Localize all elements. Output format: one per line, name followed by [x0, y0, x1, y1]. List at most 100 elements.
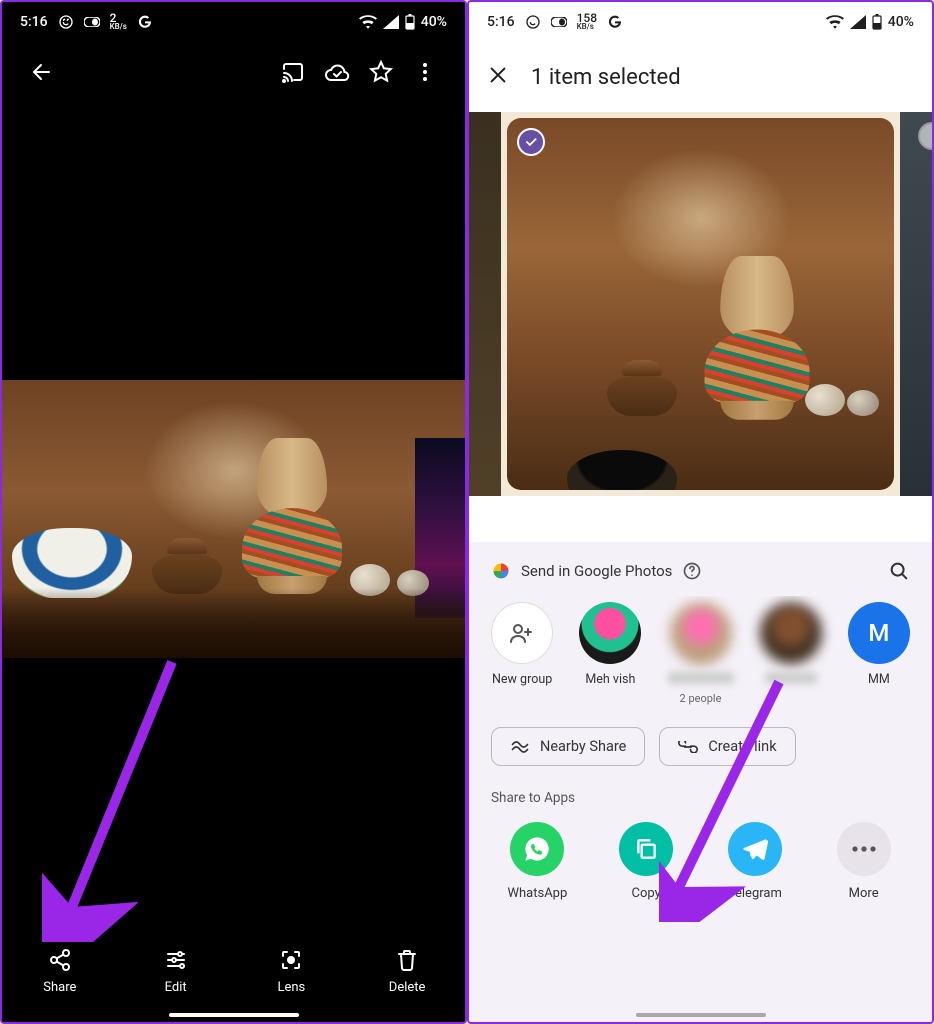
network-rate: 158KB/s — [577, 13, 597, 31]
search-contacts-button[interactable] — [888, 560, 910, 582]
selection-title: 1 item selected — [531, 65, 681, 90]
avatar — [579, 602, 641, 664]
cast-icon — [281, 60, 305, 84]
share-icon — [48, 948, 72, 972]
photo-strip[interactable] — [469, 112, 932, 496]
close-button[interactable] — [487, 64, 509, 90]
status-time: 5:16 — [487, 14, 515, 30]
app-label: More — [849, 886, 879, 901]
contact-label — [668, 672, 734, 684]
contact-item[interactable] — [760, 602, 822, 705]
copy-icon — [633, 836, 659, 862]
nearby-share-button[interactable]: Nearby Share — [491, 727, 645, 766]
whatsapp-icon — [523, 835, 551, 863]
contact-item[interactable]: Meh vish — [579, 602, 641, 705]
prev-photo-thumb[interactable] — [469, 112, 501, 496]
selection-header: 1 item selected — [469, 42, 932, 112]
annotation-arrow — [42, 652, 192, 942]
edit-label: Edit — [165, 980, 187, 995]
gesture-bar[interactable] — [169, 1013, 299, 1017]
contact-item[interactable]: 2 people — [668, 602, 734, 705]
backup-button[interactable] — [315, 50, 359, 94]
chip-label: Nearby Share — [540, 738, 626, 755]
nearby-share-icon — [510, 739, 530, 755]
share-app-whatsapp[interactable]: WhatsApp — [492, 822, 582, 901]
signal-icon — [383, 15, 399, 29]
share-app-more[interactable]: More — [819, 822, 909, 901]
pill-status-icon — [84, 17, 100, 27]
app-label: Telegram — [728, 886, 782, 901]
tune-icon — [164, 948, 188, 972]
contact-label — [765, 672, 817, 684]
contact-label: New group — [492, 672, 552, 687]
share-button[interactable]: Share — [2, 932, 118, 1010]
viewer-top-bar — [2, 42, 465, 102]
wifi-icon — [359, 15, 377, 29]
help-icon[interactable] — [682, 561, 702, 581]
share-app-copy[interactable]: Copy — [601, 822, 691, 901]
link-icon — [678, 741, 698, 753]
battery-icon — [872, 14, 882, 30]
google-status-icon — [607, 14, 623, 30]
next-photo-thumb[interactable] — [900, 112, 932, 496]
share-sheet: Send in Google Photos New group Meh vish… — [469, 542, 932, 1022]
lens-button[interactable]: Lens — [234, 932, 350, 1010]
google-status-icon — [137, 14, 153, 30]
avatar — [670, 602, 732, 664]
gesture-bar[interactable] — [636, 1013, 766, 1017]
more-button[interactable] — [403, 50, 447, 94]
lens-label: Lens — [277, 980, 305, 995]
star-outline-icon — [369, 60, 393, 84]
delete-button[interactable]: Delete — [349, 932, 465, 1010]
status-bar: 5:16 2KB/s 40% — [2, 2, 465, 42]
cloud-done-icon — [324, 62, 350, 82]
send-in-photos-label: Send in Google Photos — [521, 562, 672, 580]
battery-percent: 40% — [888, 14, 914, 30]
contact-sublabel: 2 people — [680, 692, 722, 705]
cast-button[interactable] — [271, 50, 315, 94]
bottom-toolbar: Share Edit Lens Delete — [2, 932, 465, 1022]
app-label: Copy — [631, 886, 660, 901]
share-to-apps-label: Share to Apps — [469, 766, 932, 816]
avatar: M — [848, 602, 910, 664]
new-group-button[interactable]: New group — [491, 602, 553, 705]
share-sheet-screen: 5:16 158KB/s 40% 1 item selected — [467, 0, 934, 1024]
whatsapp-status-icon — [58, 14, 74, 30]
google-photos-icon — [491, 561, 511, 581]
contact-label: Meh vish — [585, 672, 635, 687]
favorite-button[interactable] — [359, 50, 403, 94]
selected-photo-thumb[interactable] — [507, 118, 894, 490]
photo[interactable] — [2, 380, 465, 658]
network-rate: 2KB/s — [110, 13, 127, 31]
edit-button[interactable]: Edit — [118, 932, 234, 1010]
lens-icon — [279, 948, 303, 972]
trash-icon — [396, 948, 418, 972]
close-icon — [487, 64, 509, 86]
back-arrow-icon — [30, 60, 54, 84]
wifi-icon — [826, 15, 844, 29]
status-time: 5:16 — [20, 14, 48, 30]
share-app-telegram[interactable]: Telegram — [710, 822, 800, 901]
pill-status-icon — [551, 17, 567, 27]
share-label: Share — [43, 980, 76, 995]
photo-viewer-screen: 5:16 2KB/s 40% — [0, 0, 467, 1024]
back-button[interactable] — [20, 50, 64, 94]
battery-percent: 40% — [421, 14, 447, 30]
avatar — [760, 602, 822, 664]
more-vert-icon — [413, 60, 437, 84]
chip-label: Create link — [708, 738, 776, 755]
contacts-row[interactable]: New group Meh vish 2 people M MM — [469, 596, 932, 705]
telegram-icon — [741, 835, 769, 863]
contact-item[interactable]: M MM — [848, 602, 910, 705]
app-label: WhatsApp — [507, 886, 567, 901]
more-horiz-icon — [851, 845, 877, 853]
whatsapp-status-icon — [525, 14, 541, 30]
create-link-button[interactable]: Create link — [659, 727, 795, 766]
signal-icon — [850, 15, 866, 29]
status-bar: 5:16 158KB/s 40% — [469, 2, 932, 42]
contact-label: MM — [868, 672, 890, 687]
apps-row: WhatsApp Copy Telegram More — [469, 816, 932, 901]
battery-icon — [405, 14, 415, 30]
person-add-icon — [508, 621, 536, 645]
selected-check-icon — [517, 128, 545, 156]
